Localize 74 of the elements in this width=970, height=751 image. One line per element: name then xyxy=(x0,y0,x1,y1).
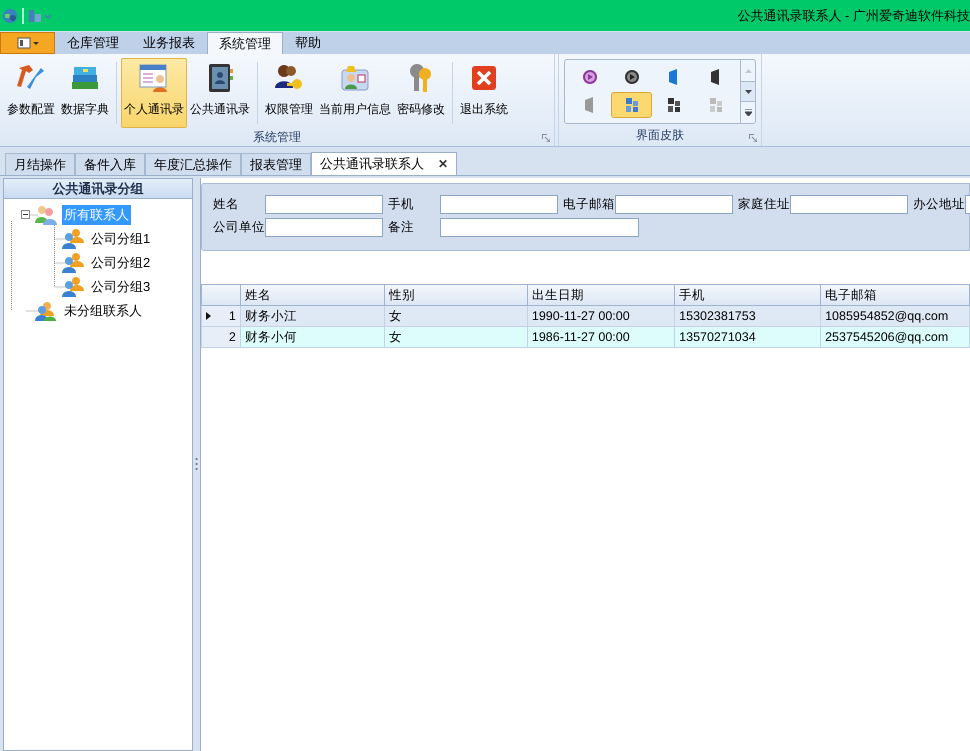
field-label: 公司单位 xyxy=(213,219,265,236)
ribbon-button[interactable]: 权限管理 xyxy=(262,58,316,128)
app-menu-button[interactable] xyxy=(0,32,55,54)
people-icon xyxy=(61,252,85,274)
input-field[interactable] xyxy=(615,195,733,214)
ribbon-tab[interactable]: 系统管理 xyxy=(207,32,283,54)
people-icon xyxy=(34,300,58,322)
tree-item[interactable]: 公司分组3 xyxy=(89,277,152,297)
column-header[interactable]: 姓名 xyxy=(240,284,385,306)
document-tab[interactable]: 备件入库 xyxy=(75,153,145,175)
dialog-launcher-icon[interactable] xyxy=(749,134,757,142)
document-tab[interactable]: 报表管理 xyxy=(241,153,311,175)
tree-item[interactable]: 未分组联系人 xyxy=(62,301,144,321)
table-cell: 财务小何 xyxy=(240,326,385,348)
row-number: 2 xyxy=(228,328,236,346)
ribbon-button[interactable]: 参数配置 xyxy=(4,58,58,128)
people-icon xyxy=(34,204,58,226)
down-arrow-icon xyxy=(744,90,752,94)
ribbon-tab[interactable]: 帮助 xyxy=(283,32,333,54)
splitter-grip-icon[interactable] xyxy=(195,456,198,470)
field-label: 电子邮箱 xyxy=(563,196,615,214)
table-cell: 13570271034 xyxy=(674,326,821,348)
ribbon-button[interactable]: 公共通讯录 xyxy=(187,58,253,128)
ribbon-tab[interactable]: 业务报表 xyxy=(131,32,207,54)
expand-icon xyxy=(744,109,752,116)
table-cell: 2537545206@qq.com xyxy=(820,326,970,348)
row-header[interactable]: 2 xyxy=(202,326,240,348)
panel-icon xyxy=(16,37,38,49)
tree-item[interactable]: 公司分组1 xyxy=(89,229,152,249)
column-header[interactable]: 性别 xyxy=(384,284,528,306)
ribbon-button[interactable]: 当前用户信息 xyxy=(316,58,394,128)
dialog-launcher-icon[interactable] xyxy=(542,134,550,142)
people-icon xyxy=(61,276,85,298)
panel-title: 公共通讯录分组 xyxy=(4,179,192,199)
group-label: 系统管理 xyxy=(253,129,301,146)
ribbon-button[interactable]: 数据字典 xyxy=(58,58,112,128)
row-number: 1 xyxy=(228,308,236,325)
current-row-icon xyxy=(206,312,211,320)
scroll-down-button[interactable] xyxy=(741,81,755,102)
column-header[interactable]: 手机 xyxy=(674,284,821,306)
input-field[interactable] xyxy=(790,195,908,214)
column-header[interactable]: 出生日期 xyxy=(527,284,675,306)
row-header[interactable]: 1 xyxy=(202,306,240,326)
input-field[interactable] xyxy=(440,195,558,214)
input-field[interactable] xyxy=(440,218,639,237)
quick-access-icon[interactable] xyxy=(28,8,52,22)
field-label: 家庭住址 xyxy=(738,196,790,214)
document-tab[interactable]: 年度汇总操作 xyxy=(145,153,241,175)
window-title: 公共通讯录联系人 - 广州爱奇迪软件科技 xyxy=(737,6,970,25)
tree-item[interactable]: 公司分组2 xyxy=(89,253,152,273)
ribbon-button[interactable]: 密码修改 xyxy=(394,58,448,128)
ribbon-button[interactable]: 退出系统 xyxy=(457,58,511,128)
group-label: 界面皮肤 xyxy=(636,127,684,144)
app-globe-icon xyxy=(2,8,18,24)
people-icon xyxy=(61,228,85,250)
skin-icon xyxy=(622,68,640,86)
close-tab-button[interactable]: ✕ xyxy=(438,155,448,173)
field-label: 办公地址 xyxy=(913,196,965,214)
table-cell: 1986-11-27 00:00 xyxy=(527,326,675,348)
contact-list-icon xyxy=(138,62,170,94)
document-tab[interactable]: 月结操作 xyxy=(5,153,75,175)
field-label: 姓名 xyxy=(213,196,240,214)
skin-icon xyxy=(580,68,598,86)
field-label: 手机 xyxy=(388,196,415,214)
up-arrow-icon xyxy=(744,68,752,72)
collapse-toggle[interactable] xyxy=(21,210,30,219)
input-field[interactable] xyxy=(265,195,383,214)
input-field[interactable] xyxy=(265,218,383,237)
ribbon-tab[interactable]: 仓库管理 xyxy=(55,32,131,54)
table-cell: 女 xyxy=(384,326,528,348)
document-tab[interactable]: 公共通讯录联系人 ✕ xyxy=(311,152,457,175)
column-header[interactable]: 电子邮箱 xyxy=(820,284,970,306)
field-label: 备注 xyxy=(388,219,415,236)
ribbon-button[interactable]: 个人通讯录 xyxy=(121,58,187,128)
